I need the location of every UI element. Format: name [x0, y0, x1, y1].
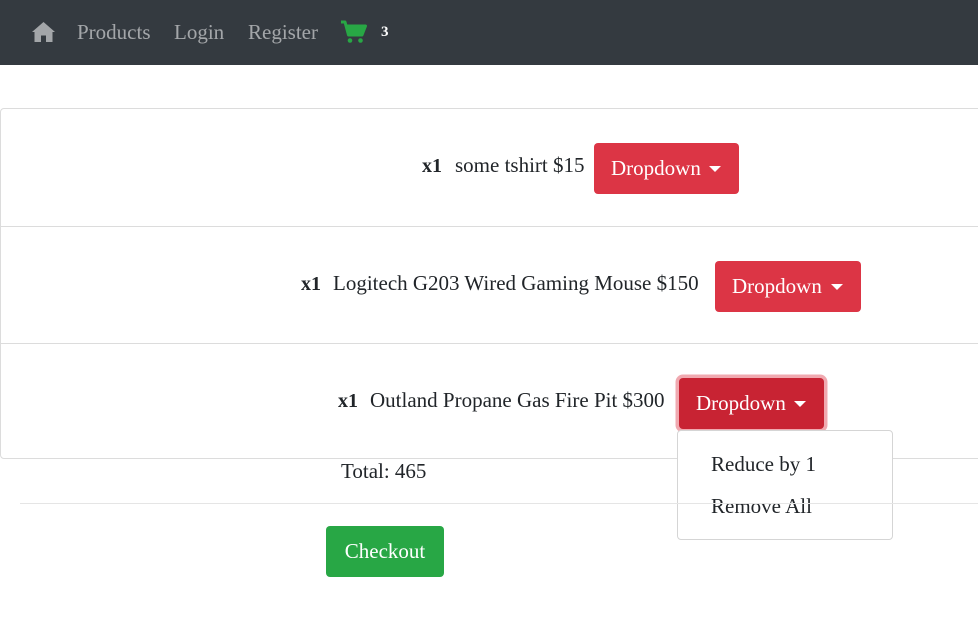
item-quantity: x1 [422, 155, 442, 177]
item-quantity: x1 [338, 390, 358, 412]
cart-item-list: x1 some tshirt $15 Dropdown x1 Logitech … [0, 108, 978, 459]
cart-item-row: x1 some tshirt $15 Dropdown [1, 109, 978, 226]
caret-down-icon [794, 401, 806, 407]
item-description: Logitech G203 Wired Gaming Mouse $150 [333, 271, 699, 295]
item-quantity: x1 [301, 273, 321, 295]
nav-link-login[interactable]: Login [174, 19, 224, 45]
item-dropdown-button[interactable]: Dropdown [715, 261, 861, 312]
dropdown-button-label: Dropdown [611, 156, 701, 180]
home-icon[interactable] [31, 21, 56, 43]
item-dropdown-button[interactable]: Dropdown [679, 378, 824, 429]
dropdown-item-reduce[interactable]: Reduce by 1 [711, 451, 816, 477]
divider [20, 503, 978, 504]
cart-total: Total: 465 [341, 459, 427, 483]
dropdown-item-remove-all[interactable]: Remove All [711, 493, 812, 519]
caret-down-icon [709, 166, 721, 172]
item-description: Outland Propane Gas Fire Pit $300 [370, 388, 665, 412]
top-navbar: Products Login Register 3 [0, 0, 978, 65]
cart-count-badge: 3 [381, 24, 389, 40]
nav-link-products[interactable]: Products [77, 19, 151, 45]
dropdown-button-label: Dropdown [696, 391, 786, 415]
caret-down-icon [831, 284, 843, 290]
shopping-cart-icon[interactable] [340, 20, 367, 44]
checkout-button[interactable]: Checkout [326, 526, 444, 577]
cart-item-row: x1 Logitech G203 Wired Gaming Mouse $150… [1, 226, 978, 344]
nav-link-register[interactable]: Register [248, 19, 318, 45]
dropdown-button-label: Dropdown [732, 274, 822, 298]
item-dropdown-button[interactable]: Dropdown [594, 143, 739, 194]
item-dropdown-menu: Reduce by 1 Remove All [677, 430, 893, 540]
item-description: some tshirt $15 [455, 153, 585, 177]
